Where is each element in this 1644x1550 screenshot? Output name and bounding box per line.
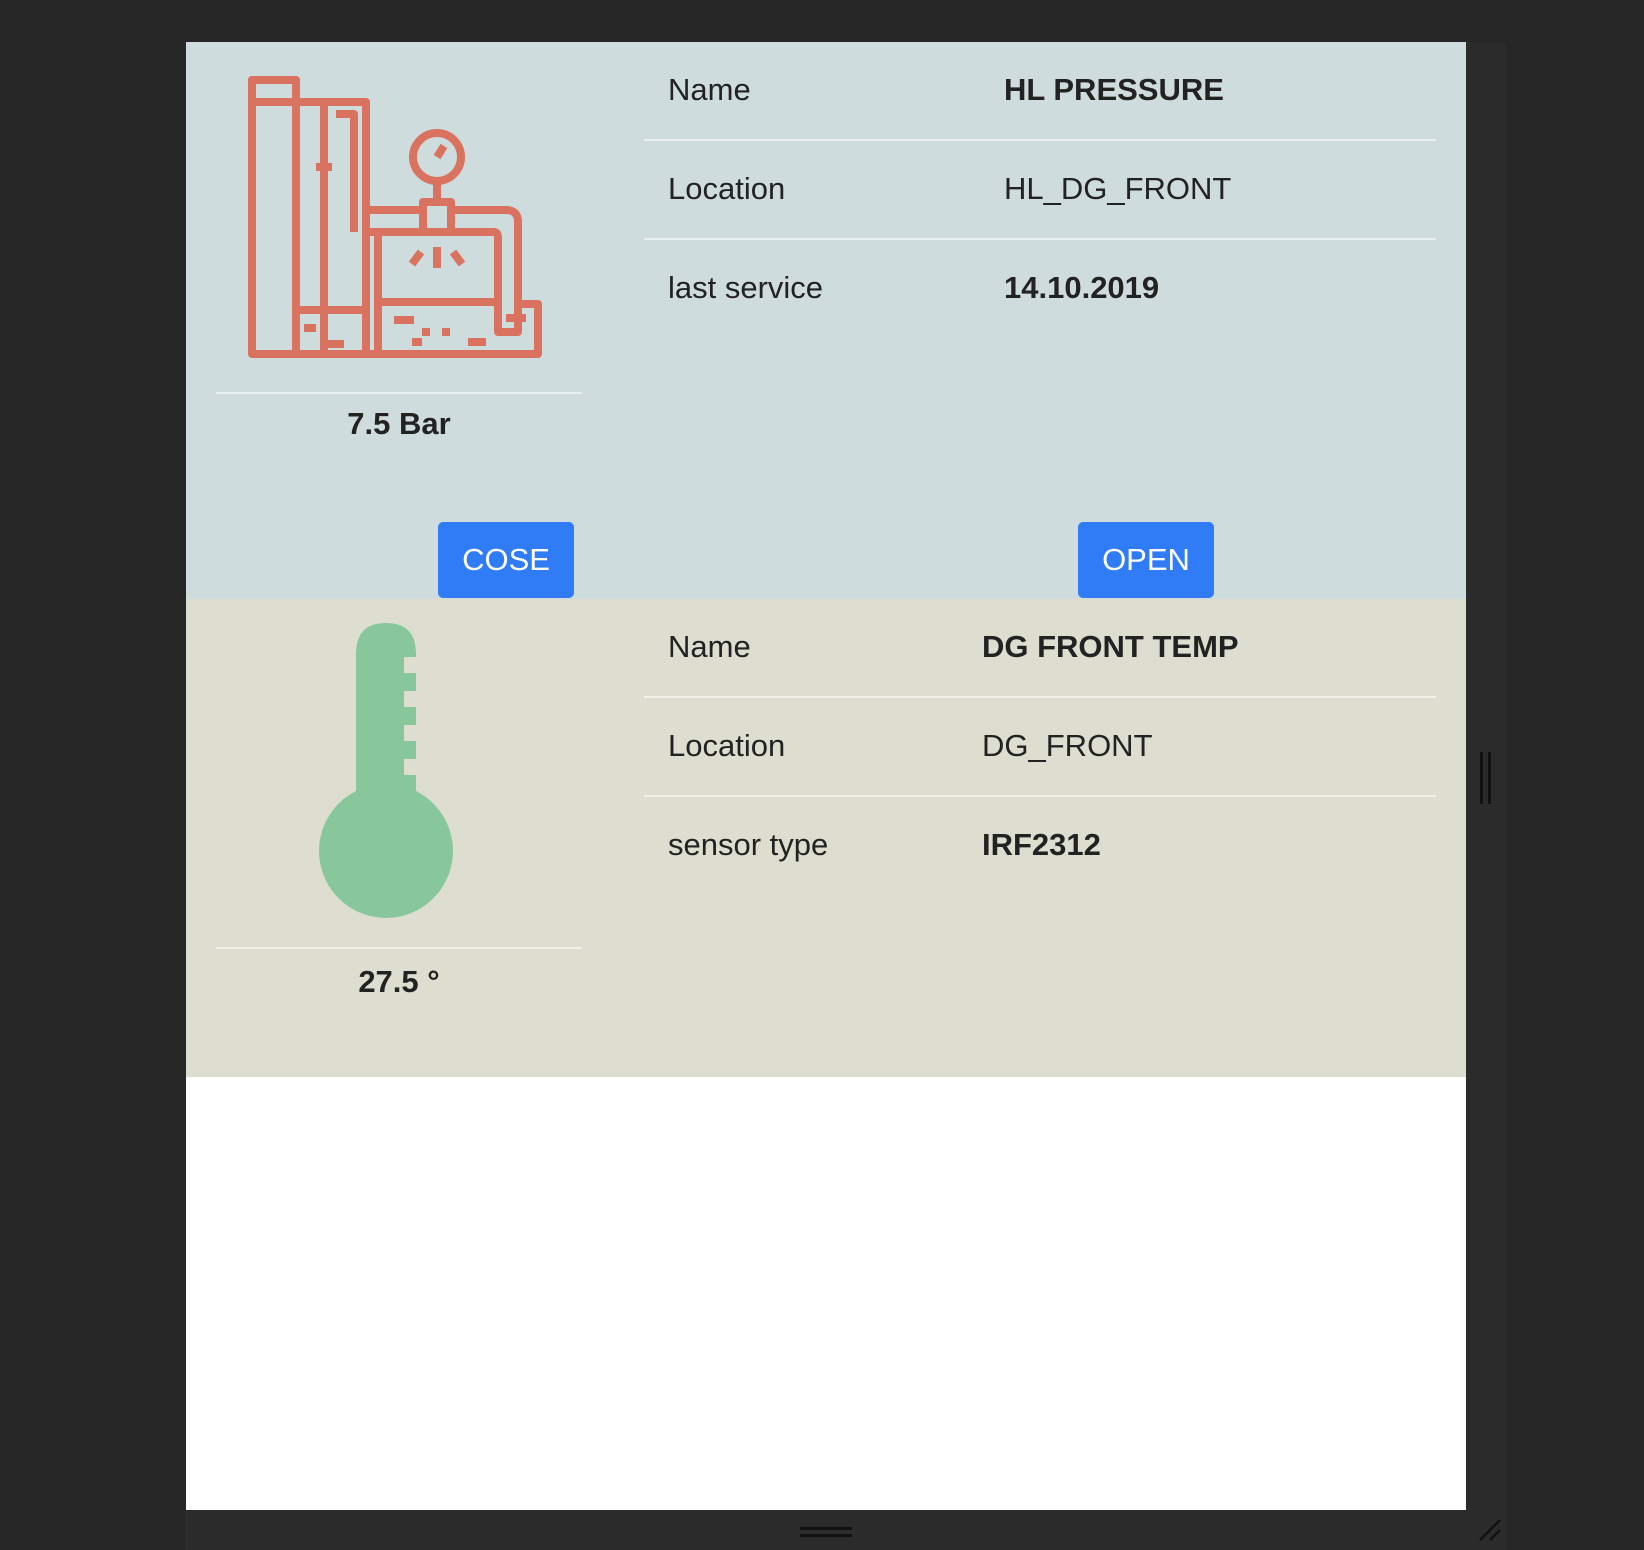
- info-label: sensor type: [668, 827, 829, 862]
- vertical-resize-handle[interactable]: [1480, 752, 1492, 804]
- resize-grip-icon[interactable]: [1476, 1516, 1502, 1542]
- page-viewport: 7.5 Bar Name HL PRESSURE Location HL_DG_…: [186, 42, 1466, 1510]
- sensor-type-value: IRF2312: [982, 827, 1101, 862]
- info-row-last-service: last service 14.10.2019: [644, 240, 1436, 337]
- info-row-name: Name HL PRESSURE: [644, 42, 1436, 141]
- info-label: Location: [668, 728, 786, 763]
- sensor-name-value: HL PRESSURE: [1004, 72, 1224, 107]
- info-label: Location: [668, 171, 786, 206]
- pressure-sensor-card: 7.5 Bar Name HL PRESSURE Location HL_DG_…: [186, 42, 1466, 599]
- location-value: DG_FRONT: [982, 728, 1153, 763]
- info-label: Name: [668, 72, 751, 107]
- open-valve-button[interactable]: OPEN: [1078, 522, 1214, 598]
- close-valve-button[interactable]: COSE: [438, 522, 574, 598]
- info-row-location: Location DG_FRONT: [644, 698, 1436, 797]
- pressure-reading: 7.5 Bar: [347, 406, 451, 441]
- last-service-value: 14.10.2019: [1004, 270, 1160, 305]
- pressure-machine-icon: [248, 76, 542, 358]
- horizontal-resize-handle[interactable]: [800, 1527, 852, 1539]
- temperature-reading: 27.5 °: [358, 964, 440, 999]
- pressure-info-table: Name HL PRESSURE Location HL_DG_FRONT la…: [644, 42, 1436, 337]
- temperature-info-table: Name DG FRONT TEMP Location DG_FRONT sen…: [644, 599, 1436, 894]
- sensor-name-value: DG FRONT TEMP: [982, 629, 1239, 664]
- temperature-sensor-card: 27.5 ° Name DG FRONT TEMP Location DG_FR…: [186, 599, 1466, 1077]
- pressure-icon-area: [216, 42, 582, 394]
- info-label: last service: [668, 270, 824, 305]
- info-row-name: Name DG FRONT TEMP: [644, 599, 1436, 698]
- info-label: Name: [668, 629, 751, 664]
- info-row-sensor-type: sensor type IRF2312: [644, 797, 1436, 894]
- thermometer-icon: [319, 623, 453, 918]
- info-row-location: Location HL_DG_FRONT: [644, 141, 1436, 240]
- temperature-icon-area: [216, 599, 582, 949]
- location-value: HL_DG_FRONT: [1004, 171, 1232, 206]
